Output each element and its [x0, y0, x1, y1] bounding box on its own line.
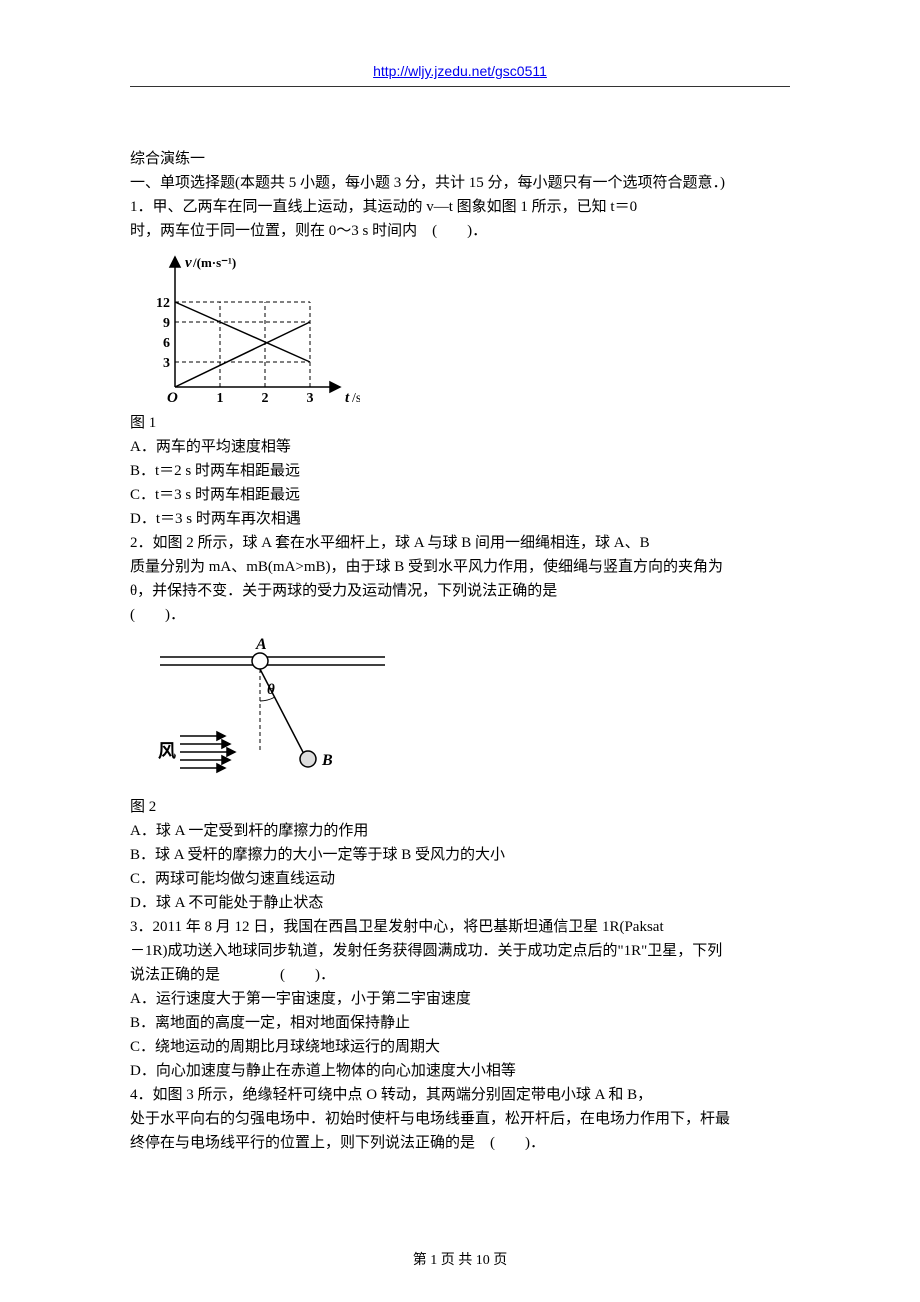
svg-text:2: 2 [262, 391, 269, 406]
svg-text:v: v [185, 255, 192, 271]
q3-opt-d: D．向心加速度与静止在赤道上物体的向心加速度大小相等 [130, 1059, 790, 1083]
page-footer: 第 1 页 共 10 页 [130, 1250, 790, 1272]
svg-text:3: 3 [163, 356, 170, 371]
svg-text:t: t [345, 390, 350, 406]
q1-line1: 1．甲、乙两车在同一直线上运动，其运动的 v—t 图象如图 1 所示，已知 t＝… [130, 195, 790, 219]
q1-line2: 时，两车位于同一位置，则在 0～3 s 时间内 ( )． [130, 219, 790, 243]
svg-text:1: 1 [217, 391, 224, 406]
svg-text:/(m·s⁻¹): /(m·s⁻¹) [192, 255, 236, 270]
svg-text:12: 12 [156, 296, 170, 311]
q3-opt-a: A．运行速度大于第一宇宙速度，小于第二宇宙速度 [130, 987, 790, 1011]
page-number: 第 1 页 共 10 页 [413, 1253, 508, 1268]
q4-line1: 4．如图 3 所示，绝缘轻杆可绕中点 O 转动，其两端分别固定带电小球 A 和 … [130, 1083, 790, 1107]
q1-opt-d: D．t＝3 s 时两车再次相遇 [130, 507, 790, 531]
figure-1: 3 6 9 12 1 2 3 O t /s v /(m·s⁻¹) [130, 247, 790, 407]
header-link[interactable]: http://wljy.jzedu.net/gsc0511 [373, 63, 547, 79]
svg-text:6: 6 [163, 336, 170, 351]
q3-line1: 3．2011 年 8 月 12 日，我国在西昌卫星发射中心，将巴基斯坦通信卫星 … [130, 915, 790, 939]
q2-line3: θ，并保持不变．关于两球的受力及运动情况，下列说法正确的是 [130, 579, 790, 603]
label-B: B [321, 752, 333, 769]
header: http://wljy.jzedu.net/gsc0511 [130, 60, 790, 87]
q1-opt-c: C．t＝3 s 时两车相距最远 [130, 483, 790, 507]
q3-opt-c: C．绕地运动的周期比月球绕地球运行的周期大 [130, 1035, 790, 1059]
figure-2: A θ B 风 [130, 631, 790, 791]
q3-line2: －1R)成功送入地球同步轨道，发射任务获得圆满成功．关于成功定点后的"1R"卫星… [130, 939, 790, 963]
svg-text:O: O [167, 390, 178, 406]
label-theta: θ [267, 682, 275, 698]
q3-line3: 说法正确的是 ( )． [130, 963, 790, 987]
q4-line2: 处于水平向右的匀强电场中．初始时使杆与电场线垂直，松开杆后，在电场力作用下，杆最 [130, 1107, 790, 1131]
q2-line4: ( )． [130, 603, 790, 627]
fig1-label: 图 1 [130, 411, 790, 435]
q4-line3: 终停在与电场线平行的位置上，则下列说法正确的是 ( )． [130, 1131, 790, 1155]
label-A: A [255, 636, 267, 653]
svg-text:/s: /s [352, 391, 360, 406]
q2-opt-d: D．球 A 不可能处于静止状态 [130, 891, 790, 915]
q2-line1: 2．如图 2 所示，球 A 套在水平细杆上，球 A 与球 B 间用一细绳相连，球… [130, 531, 790, 555]
q2-opt-a: A．球 A 一定受到杆的摩擦力的作用 [130, 819, 790, 843]
section1-intro: 一、单项选择题(本题共 5 小题，每小题 3 分，共计 15 分，每小题只有一个… [130, 171, 790, 195]
doc-title: 综合演练一 [130, 147, 790, 171]
q2-opt-b: B．球 A 受杆的摩擦力的大小一定等于球 B 受风力的大小 [130, 843, 790, 867]
label-wind: 风 [158, 741, 176, 761]
document-body: 综合演练一 一、单项选择题(本题共 5 小题，每小题 3 分，共计 15 分，每… [130, 147, 790, 1155]
fig2-label: 图 2 [130, 795, 790, 819]
q2-opt-c: C．两球可能均做匀速直线运动 [130, 867, 790, 891]
svg-text:3: 3 [307, 391, 314, 406]
q1-opt-a: A．两车的平均速度相等 [130, 435, 790, 459]
q1-opt-b: B．t＝2 s 时两车相距最远 [130, 459, 790, 483]
q3-opt-b: B．离地面的高度一定，相对地面保持静止 [130, 1011, 790, 1035]
q2-line2: 质量分别为 mA、mB(mA>mB)，由于球 B 受到水平风力作用，使细绳与竖直… [130, 555, 790, 579]
svg-text:9: 9 [163, 316, 170, 331]
